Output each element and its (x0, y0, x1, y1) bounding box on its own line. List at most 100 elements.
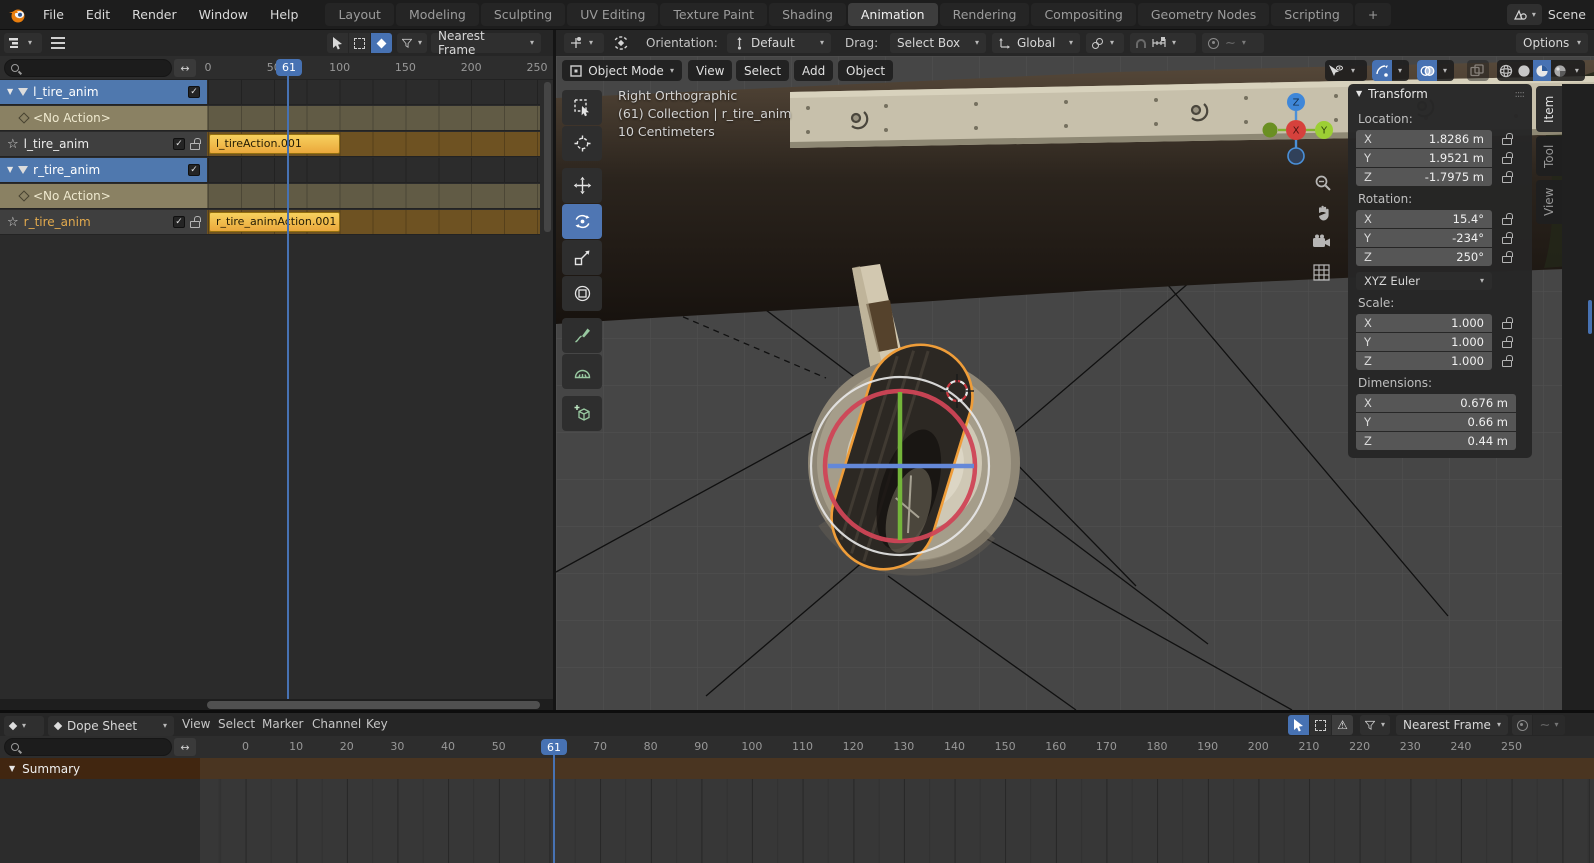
panel-header[interactable]: ▼ Transform :::: (1348, 84, 1532, 104)
navigation-gizmo[interactable]: Z Y X (1256, 90, 1336, 170)
solo-star-icon[interactable] (7, 216, 19, 229)
channel-label[interactable]: <No Action> (33, 189, 111, 203)
add-workspace-button[interactable]: + (1355, 3, 1391, 26)
nla-editor[interactable]: ↔ 050100150200250 61 ▼ l_tire_anim <No A… (0, 56, 553, 712)
scene-name[interactable]: Scene (1548, 7, 1586, 22)
rotation-mode-dropdown[interactable]: XYZ Euler ▾ (1356, 272, 1492, 290)
nla-editor-type-button[interactable]: ▾ (4, 33, 42, 53)
dope-snap-mode-dropdown[interactable]: Nearest Frame▾ (1396, 715, 1508, 735)
nla-filter-expand-button[interactable]: ↔ (174, 59, 196, 77)
location-y-field[interactable]: Y1.9521 m (1356, 149, 1492, 167)
panel-expand-icon[interactable]: ▼ (1356, 90, 1362, 98)
dope-auto-snap-warning-button[interactable] (1332, 715, 1353, 735)
selectability-dropdown[interactable]: ▾ (1325, 60, 1367, 81)
shading-mode-switch[interactable]: ▾ (1497, 60, 1585, 81)
nla-track-lane[interactable]: r_tire_animAction.001 (207, 210, 540, 235)
nla-search-box[interactable] (4, 59, 172, 77)
menu-select[interactable]: Select (736, 60, 789, 81)
dope-menu-key[interactable]: Key (366, 717, 388, 731)
tab-compositing[interactable]: Compositing (1031, 3, 1135, 26)
expand-triangle-icon[interactable]: ▼ (7, 88, 13, 96)
nla-menus-toggle[interactable] (47, 33, 69, 53)
tool-annotate[interactable] (562, 318, 602, 353)
nla-snap-mode-dropdown[interactable]: Nearest Frame▾ (431, 33, 541, 53)
nla-search-input[interactable] (24, 62, 165, 74)
nla-track-lane[interactable] (207, 158, 540, 183)
menu-edit[interactable]: Edit (75, 7, 121, 22)
nla-track-lane[interactable] (207, 106, 540, 131)
nla-horizontal-scrollbar[interactable] (207, 701, 540, 709)
grid-ortho-icon[interactable] (1313, 264, 1330, 281)
dope-tweak-select-button[interactable] (1288, 715, 1309, 735)
tool-scale[interactable] (562, 240, 602, 275)
rotation-y-field[interactable]: Y-234° (1356, 229, 1492, 247)
channel-label[interactable]: r_tire_anim (24, 215, 91, 229)
nla-track-lane[interactable]: l_tireAction.001 (207, 132, 540, 157)
solo-star-icon[interactable] (7, 138, 19, 151)
dimensions-z-field[interactable]: Z0.44 m (1356, 432, 1516, 450)
dope-menu-view[interactable]: View (182, 717, 210, 731)
location-x-field[interactable]: X1.8286 m (1356, 130, 1492, 148)
pivot-point-dropdown[interactable]: ▾ (1086, 33, 1124, 53)
rotate-gizmo-indicator[interactable] (608, 33, 634, 53)
nla-box-select-button[interactable] (349, 33, 370, 53)
dope-editor-type-button[interactable]: ▾ (4, 716, 44, 736)
dimensions-y-field[interactable]: Y0.66 m (1356, 413, 1516, 431)
dope-search-box[interactable] (4, 738, 172, 756)
nla-keyframe-snap-toggle[interactable] (371, 33, 392, 53)
summary-track[interactable] (200, 758, 1594, 779)
sidebar-scrollbar[interactable] (1588, 300, 1592, 334)
tab-scripting[interactable]: Scripting (1271, 3, 1353, 26)
wireframe-shading-icon[interactable] (1497, 60, 1515, 81)
unlock-icon[interactable] (1502, 341, 1512, 348)
tool-select-box[interactable] (562, 90, 602, 125)
unlock-icon[interactable] (1502, 176, 1512, 183)
tab-animation[interactable]: Animation (848, 3, 938, 26)
nla-channel-no-action[interactable]: <No Action> (0, 106, 553, 131)
dope-mode-dropdown[interactable]: Dope Sheet ▾ (48, 716, 174, 736)
tab-sculpting[interactable]: Sculpting (481, 3, 565, 26)
dope-filter-button[interactable]: ▾ (1360, 715, 1390, 735)
nla-strip[interactable]: r_tire_animAction.001 (209, 212, 340, 232)
nla-channel-no-action[interactable]: <No Action> (0, 184, 553, 209)
channel-enable-checkbox[interactable] (173, 138, 185, 150)
tab-geometry-nodes[interactable]: Geometry Nodes (1138, 3, 1269, 26)
scale-x-field[interactable]: X1.000 (1356, 314, 1492, 332)
options-dropdown[interactable]: Options▾ (1516, 33, 1588, 53)
overlays-toggle[interactable]: ▾ (1417, 60, 1454, 81)
nla-current-frame-badge[interactable]: 61 (276, 59, 302, 76)
unlock-icon[interactable] (1502, 360, 1512, 367)
expand-triangle-icon[interactable]: ▼ (9, 765, 15, 773)
nla-vertical-scrollbar[interactable] (544, 82, 551, 232)
channel-label[interactable]: r_tire_anim (33, 163, 100, 177)
sidebar-tab-item[interactable]: Item (1536, 86, 1562, 132)
unlock-icon[interactable] (1502, 157, 1512, 164)
scale-y-field[interactable]: Y1.000 (1356, 333, 1492, 351)
scene-browse-button[interactable]: ▾ (1507, 4, 1542, 25)
magnet-snap-icon[interactable] (1136, 39, 1146, 48)
unlock-icon[interactable] (1502, 138, 1512, 145)
expand-triangle-icon[interactable]: ▼ (7, 166, 13, 174)
unlock-icon[interactable] (190, 221, 200, 228)
nla-channel-track[interactable]: l_tire_anim l_tireAction.001 (0, 132, 553, 157)
tab-layout[interactable]: Layout (325, 3, 394, 26)
sidebar-tab-tool[interactable]: Tool (1536, 136, 1562, 176)
tab-uv-editing[interactable]: UV Editing (567, 3, 658, 26)
dimensions-x-field[interactable]: X0.676 m (1356, 394, 1516, 412)
nla-channel-object[interactable]: ▼ l_tire_anim (0, 80, 553, 105)
proportional-edit-controls[interactable]: ∼ ▾ (1202, 33, 1264, 53)
tab-texture-paint[interactable]: Texture Paint (660, 3, 767, 26)
unlock-icon[interactable] (1502, 237, 1512, 244)
tool-rotate[interactable] (562, 204, 602, 239)
nla-tweak-select-button[interactable] (327, 33, 348, 53)
rotate-gizmo[interactable] (811, 377, 989, 555)
dope-box-select-button[interactable] (1310, 715, 1331, 735)
solid-shading-icon[interactable] (1515, 60, 1533, 81)
menu-file[interactable]: File (32, 7, 75, 22)
unlock-icon[interactable] (190, 143, 200, 150)
nla-filter-button[interactable]: ▾ (397, 33, 427, 53)
blender-logo-icon[interactable] (8, 6, 28, 24)
dope-current-frame-badge[interactable]: 61 (541, 739, 567, 755)
tab-rendering[interactable]: Rendering (940, 3, 1030, 26)
channel-label[interactable]: l_tire_anim (24, 137, 89, 151)
